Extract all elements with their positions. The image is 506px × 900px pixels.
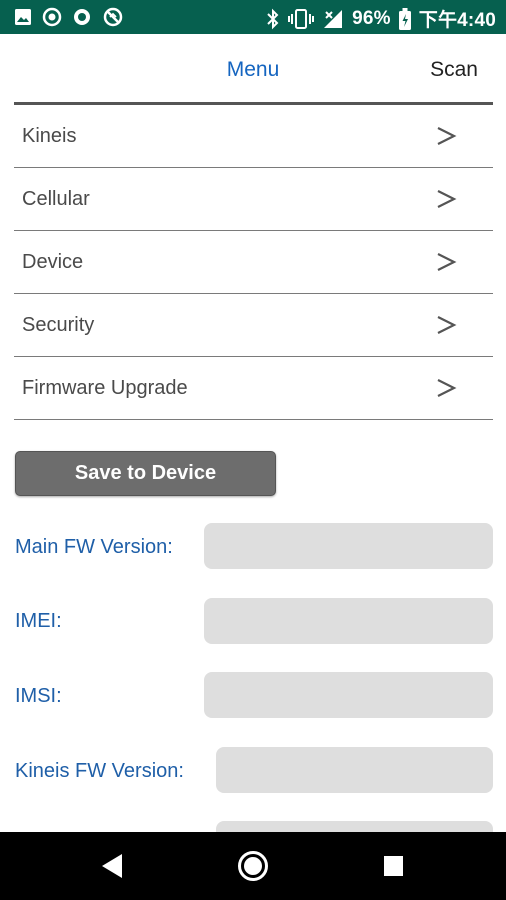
bluetooth-icon: [267, 8, 279, 29]
battery-percent: 96%: [352, 7, 391, 29]
status-left-icons: [14, 7, 124, 27]
chevron-right-icon: [437, 127, 457, 145]
image-icon: [15, 9, 31, 25]
menu-list: Kineis Cellular Device Security Firmware…: [14, 102, 493, 420]
menu-item-label: Cellular: [22, 188, 90, 210]
menu-item-label: Firmware Upgrade: [22, 377, 188, 399]
chevron-right-icon: [437, 316, 457, 334]
save-to-device-button[interactable]: Save to Device: [15, 451, 276, 496]
home-icon[interactable]: [236, 849, 270, 883]
main-fw-version-label: Main FW Version:: [15, 536, 173, 558]
navigation-bar: [0, 832, 506, 900]
header: Menu Scan: [0, 34, 506, 104]
chevron-right-icon: [437, 253, 457, 271]
menu-item-label: Device: [22, 251, 84, 273]
status-bar: 96% 下午4:40: [0, 0, 506, 34]
recents-icon[interactable]: [376, 849, 410, 883]
imei-field[interactable]: [204, 598, 493, 644]
imsi-label: IMSI:: [15, 685, 62, 707]
chevron-right-icon: [437, 190, 457, 208]
menu-item-firmware-upgrade[interactable]: Firmware Upgrade: [14, 357, 493, 420]
menu-item-kineis[interactable]: Kineis: [14, 105, 493, 168]
back-icon[interactable]: [96, 849, 130, 883]
next-field[interactable]: [216, 821, 493, 832]
cell-signal-icon: [324, 9, 343, 28]
vibrate-icon: [288, 8, 315, 29]
battery-icon: [398, 7, 411, 30]
no-signal-icon: [103, 7, 123, 27]
menu-item-label: Security: [22, 314, 95, 336]
clock: 下午4:40: [418, 10, 496, 31]
main-fw-version-field[interactable]: [204, 523, 493, 569]
imsi-field[interactable]: [204, 672, 493, 718]
kineis-fw-version-label: Kineis FW Version:: [15, 760, 184, 782]
circle-icon: [74, 9, 90, 25]
menu-item-security[interactable]: Security: [14, 294, 493, 357]
scan-button[interactable]: Scan: [430, 58, 478, 82]
chevron-right-icon: [437, 379, 457, 397]
menu-item-device[interactable]: Device: [14, 231, 493, 294]
imei-label: IMEI:: [15, 610, 62, 632]
menu-item-cellular[interactable]: Cellular: [14, 168, 493, 231]
target-icon: [42, 7, 62, 27]
menu-item-label: Kineis: [22, 125, 77, 147]
kineis-fw-version-field[interactable]: [216, 747, 493, 793]
status-right: 96% 下午4:40: [266, 5, 496, 32]
